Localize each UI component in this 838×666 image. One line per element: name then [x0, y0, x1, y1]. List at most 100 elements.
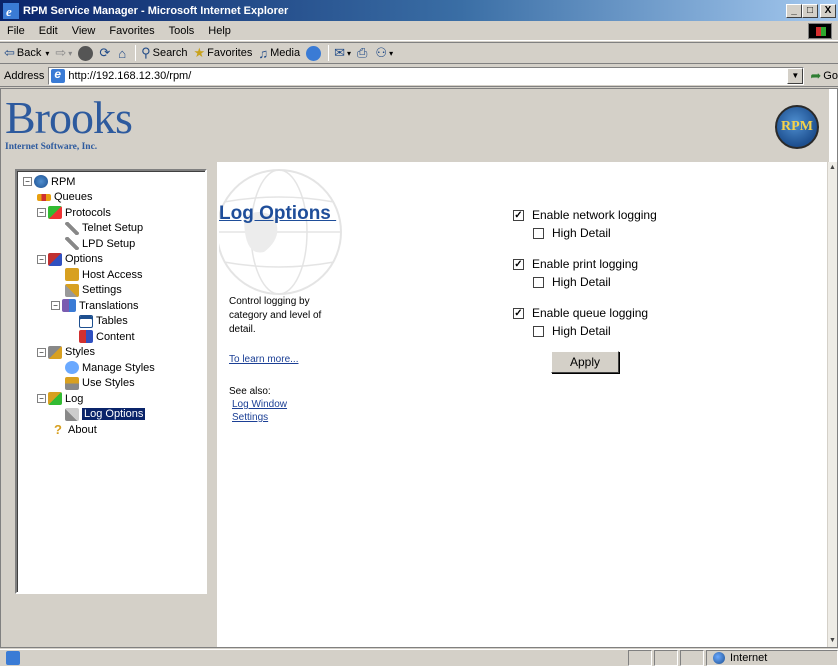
menu-view[interactable]: View	[65, 25, 103, 37]
tree-item-tables[interactable]: Tables	[23, 314, 203, 330]
lock-icon	[65, 268, 79, 282]
back-button[interactable]: ⇦ Back ▾	[4, 45, 49, 61]
search-icon: ⚲	[141, 45, 151, 60]
stop-button[interactable]	[78, 45, 94, 61]
address-url[interactable]: http://192.168.12.30/rpm/	[68, 70, 191, 82]
network-logging-checkbox[interactable]: ✓	[513, 209, 524, 221]
use-styles-icon	[65, 376, 79, 390]
close-button[interactable]: X	[820, 3, 836, 18]
refresh-button[interactable]: ⟳	[99, 45, 112, 61]
queue-logging-checkbox[interactable]: ✓	[513, 307, 524, 319]
stop-icon	[78, 45, 94, 61]
learn-more-link[interactable]: To learn more...	[229, 354, 298, 365]
go-arrow-icon: ➦	[810, 67, 822, 83]
log-icon	[48, 392, 62, 406]
rpm-icon	[34, 175, 48, 189]
forward-button[interactable]: ⇨ ▾	[55, 45, 72, 61]
queue-logging-row: ✓ Enable queue logging	[513, 304, 657, 322]
tree-item-translations[interactable]: − Translations	[23, 298, 203, 314]
collapse-icon[interactable]: −	[37, 208, 46, 218]
back-dropdown-icon[interactable]: ▾	[45, 49, 49, 58]
tree-item-settings[interactable]: Settings	[23, 283, 203, 299]
menu-favorites[interactable]: Favorites	[102, 25, 161, 37]
address-bar: Address http://192.168.12.30/rpm/ ▼ ➦Go	[0, 65, 838, 87]
globe-watermark-icon	[219, 169, 342, 295]
favorites-button[interactable]: ★ Favorites	[193, 45, 252, 61]
print-logging-checkbox[interactable]: ✓	[513, 258, 524, 270]
favorites-icon: ★	[193, 45, 206, 60]
tree-item-lpd-setup[interactable]: LPD Setup	[23, 236, 203, 252]
menu-tools[interactable]: Tools	[162, 25, 202, 37]
tree-item-protocols[interactable]: − Protocols	[23, 205, 203, 221]
settings-link[interactable]: Settings	[229, 411, 287, 424]
messenger-dropdown-icon[interactable]: ▾	[389, 49, 393, 58]
tree-item-styles[interactable]: − Styles	[23, 345, 203, 361]
collapse-icon[interactable]: −	[23, 177, 32, 187]
manage-styles-icon	[65, 361, 79, 375]
print-logging-group: ✓ Enable print logging High Detail	[513, 255, 657, 291]
protocols-icon	[48, 206, 62, 220]
menu-file[interactable]: File	[0, 25, 32, 37]
network-high-detail-label: High Detail	[552, 226, 611, 240]
svg-text:e: e	[6, 4, 12, 19]
go-button[interactable]: ➦ Go	[810, 68, 838, 84]
queue-logging-group: ✓ Enable queue logging High Detail	[513, 304, 657, 340]
search-button[interactable]: ⚲ Search	[141, 45, 187, 61]
minimize-button[interactable]: _	[786, 3, 802, 18]
log-window-link[interactable]: Log Window	[229, 398, 287, 411]
back-arrow-icon: ⇦	[4, 45, 15, 60]
translations-icon	[62, 299, 76, 313]
page-header: Brooks Internet Software, Inc. RPM	[1, 89, 829, 162]
mail-button[interactable]: ✉ ▾	[334, 45, 351, 61]
collapse-icon[interactable]: −	[37, 254, 46, 264]
maximize-button[interactable]: □	[802, 3, 818, 18]
messenger-button[interactable]: ⚇ ▾	[375, 45, 393, 61]
mail-dropdown-icon[interactable]: ▾	[347, 49, 351, 58]
tree-item-log[interactable]: − Log	[23, 391, 203, 407]
network-logging-label: Enable network logging	[532, 208, 657, 222]
tree-item-about[interactable]: ? About	[23, 422, 203, 438]
print-high-detail-checkbox[interactable]	[533, 276, 544, 288]
tree-item-options[interactable]: − Options	[23, 252, 203, 268]
toolbar: ⇦ Back ▾ ⇨ ▾ ⟳ ⌂ ⚲ Search ★ Favorites ♫ Media …	[0, 42, 838, 64]
scroll-down-icon[interactable]: ▼	[828, 637, 837, 647]
tree-item-host-access[interactable]: Host Access	[23, 267, 203, 283]
tree-item-queues[interactable]: Queues	[23, 190, 203, 206]
ie-app-icon: e	[3, 2, 19, 19]
print-button[interactable]: ⎙	[357, 45, 369, 61]
scroll-up-icon[interactable]: ▲	[828, 164, 837, 174]
print-detail-row: High Detail	[513, 273, 657, 291]
lpd-icon	[65, 237, 79, 251]
address-label: Address	[4, 69, 45, 82]
tree-item-telnet-setup[interactable]: Telnet Setup	[23, 221, 203, 237]
collapse-icon[interactable]: −	[51, 301, 60, 311]
menu-edit[interactable]: Edit	[32, 25, 65, 37]
page-status-icon	[6, 651, 20, 665]
history-button[interactable]	[306, 45, 322, 61]
menu-help[interactable]: Help	[201, 25, 238, 37]
navigation-tree: − RPM Queues − Protocols Telnet Setup LP…	[23, 174, 203, 438]
tree-item-manage-styles[interactable]: Manage Styles	[23, 360, 203, 376]
media-button[interactable]: ♫ Media	[258, 46, 300, 61]
address-input[interactable]: http://192.168.12.30/rpm/ ▼	[48, 66, 805, 85]
tree-item-use-styles[interactable]: Use Styles	[23, 376, 203, 392]
address-dropdown-icon[interactable]: ▼	[787, 67, 804, 84]
queue-detail-row: High Detail	[513, 322, 657, 340]
collapse-icon[interactable]: −	[37, 347, 46, 357]
table-icon	[79, 314, 93, 328]
page-title: Log Options	[219, 203, 337, 224]
status-pane-2	[654, 650, 678, 666]
window-title: RPM Service Manager - Microsoft Internet…	[23, 4, 289, 17]
tree-item-content[interactable]: Content	[23, 329, 203, 345]
tree-item-rpm[interactable]: − RPM	[23, 174, 203, 190]
collapse-icon[interactable]: −	[37, 394, 46, 404]
forward-dropdown-icon[interactable]: ▾	[68, 49, 72, 58]
apply-button[interactable]: Apply	[551, 351, 619, 373]
queue-high-detail-checkbox[interactable]	[533, 325, 544, 337]
tree-item-log-options[interactable]: Log Options	[23, 407, 203, 423]
home-button[interactable]: ⌂	[118, 46, 128, 61]
print-logging-label: Enable print logging	[532, 257, 639, 271]
vertical-scrollbar[interactable]: ▲ ▼	[827, 162, 837, 647]
network-logging-row: ✓ Enable network logging	[513, 206, 657, 224]
network-high-detail-checkbox[interactable]	[533, 227, 544, 239]
